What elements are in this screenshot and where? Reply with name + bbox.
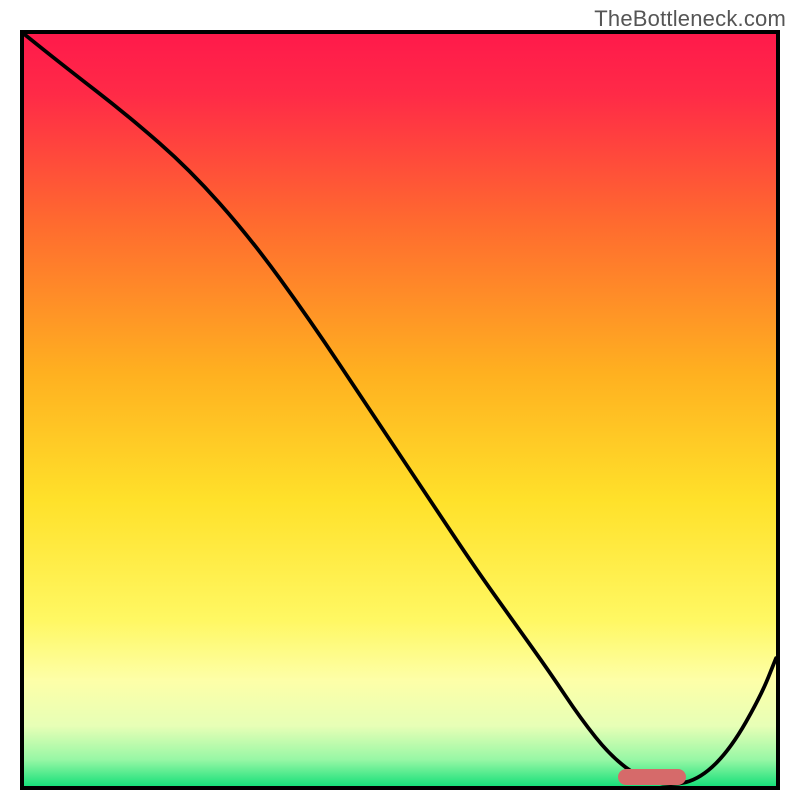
bottleneck-curve — [24, 34, 776, 784]
canvas-root: TheBottleneck.com — [0, 0, 800, 800]
curve-layer — [24, 34, 776, 786]
minimum-marker — [618, 769, 686, 785]
plot-area — [24, 34, 776, 786]
watermark-text: TheBottleneck.com — [594, 6, 786, 32]
plot-frame — [20, 30, 780, 790]
